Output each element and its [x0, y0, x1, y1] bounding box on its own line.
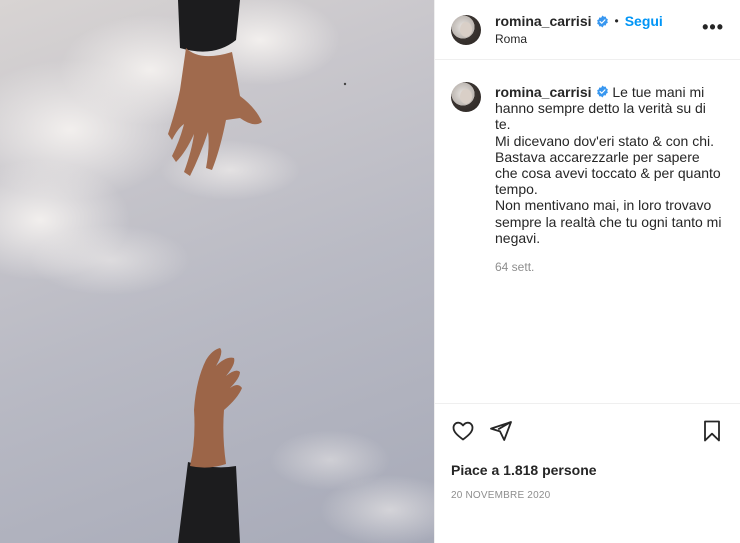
comments-area: romina_carrisi Le tue mani mi hanno semp… [435, 60, 740, 403]
more-icon[interactable]: ••• [702, 18, 724, 36]
bookmark-icon [704, 420, 720, 442]
caption-text-block: romina_carrisi Le tue mani mi hanno semp… [495, 84, 724, 246]
verified-icon [596, 15, 608, 27]
caption-text: Le tue mani mi hanno sempre detto la ver… [495, 84, 722, 246]
share-button[interactable] [489, 419, 513, 443]
caption-body: romina_carrisi Le tue mani mi hanno semp… [495, 84, 724, 274]
caption-avatar[interactable] [451, 82, 481, 112]
separator-dot: • [614, 14, 619, 28]
author-username[interactable]: romina_carrisi [495, 13, 592, 29]
likes-count[interactable]: Piace a 1.818 persone [451, 462, 724, 478]
hands-sky-image [0, 0, 434, 543]
instagram-post: romina_carrisi • Segui Roma ••• romina_c… [0, 0, 740, 543]
action-icons [451, 406, 724, 456]
post-header: romina_carrisi • Segui Roma ••• [435, 0, 740, 60]
post-actions: Piace a 1.818 persone 20 NOVEMBRE 2020 [435, 403, 740, 543]
author-line: romina_carrisi • Segui [495, 13, 663, 29]
location-link[interactable]: Roma [495, 32, 663, 46]
caption: romina_carrisi Le tue mani mi hanno semp… [451, 76, 724, 274]
post-date[interactable]: 20 NOVEMBRE 2020 [451, 490, 724, 501]
save-button[interactable] [700, 419, 724, 443]
verified-icon [596, 85, 608, 98]
post-sidebar: romina_carrisi • Segui Roma ••• romina_c… [434, 0, 740, 543]
follow-button[interactable]: Segui [625, 13, 663, 29]
author-info: romina_carrisi • Segui Roma [495, 13, 663, 46]
author-avatar[interactable] [451, 14, 481, 45]
caption-username[interactable]: romina_carrisi [495, 84, 592, 100]
post-photo[interactable] [0, 0, 434, 543]
heart-icon [452, 421, 474, 441]
share-icon [490, 421, 512, 441]
like-button[interactable] [451, 419, 475, 443]
caption-timestamp[interactable]: 64 sett. [495, 260, 724, 274]
